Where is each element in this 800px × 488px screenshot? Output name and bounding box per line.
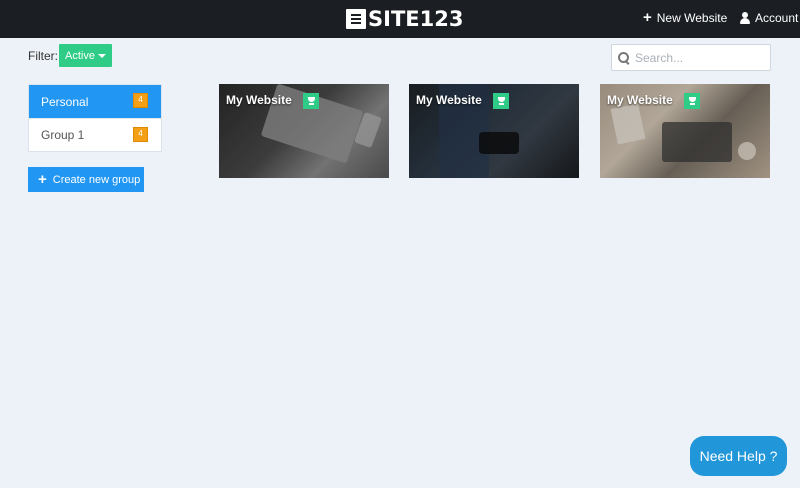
create-new-group-button[interactable]: + Create new group	[28, 167, 144, 192]
account-label: Account	[755, 11, 799, 25]
plan-badge[interactable]	[303, 93, 319, 109]
website-title: My Website	[226, 93, 292, 107]
group-item-personal[interactable]: Personal 4	[29, 85, 161, 118]
group-item-group-1[interactable]: Group 1 4	[29, 118, 161, 151]
website-title: My Website	[416, 93, 482, 107]
logo-text: SITE123	[368, 7, 464, 31]
trophy-icon	[497, 96, 506, 106]
website-title: My Website	[607, 93, 673, 107]
create-group-label: Create new group	[52, 173, 141, 186]
plan-badge[interactable]	[493, 93, 509, 109]
group-count-badge: 4	[133, 127, 148, 142]
group-count-badge: 4	[133, 93, 148, 108]
logo-mark-icon	[346, 9, 366, 29]
website-card[interactable]: My Website	[219, 84, 389, 178]
group-label: Personal	[41, 94, 89, 109]
website-card[interactable]: My Website	[409, 84, 579, 178]
plus-icon: +	[38, 170, 47, 188]
group-label: Group 1	[41, 128, 85, 142]
filter-selected-value: Active	[65, 49, 95, 62]
search-icon	[617, 51, 631, 65]
search-input[interactable]	[635, 50, 765, 65]
trophy-icon	[307, 96, 316, 106]
user-icon	[740, 12, 750, 24]
filter-dropdown[interactable]: Active	[59, 44, 112, 67]
need-help-button[interactable]: Need Help ?	[690, 436, 787, 476]
filter-label: Filter:	[28, 49, 58, 63]
new-website-label: New Website	[656, 11, 728, 25]
website-card[interactable]: My Website	[600, 84, 770, 178]
site123-logo[interactable]: SITE123	[346, 8, 463, 30]
caret-down-icon	[97, 53, 106, 58]
search-box	[611, 44, 771, 71]
plan-badge[interactable]	[684, 93, 700, 109]
new-website-link[interactable]: + New Website	[643, 9, 728, 26]
trophy-icon	[688, 96, 697, 106]
top-navbar: SITE123 + New Website Account	[0, 0, 800, 38]
group-list: Personal 4 Group 1 4	[28, 84, 162, 152]
account-link[interactable]: Account	[740, 11, 798, 25]
plus-icon: +	[643, 9, 652, 26]
